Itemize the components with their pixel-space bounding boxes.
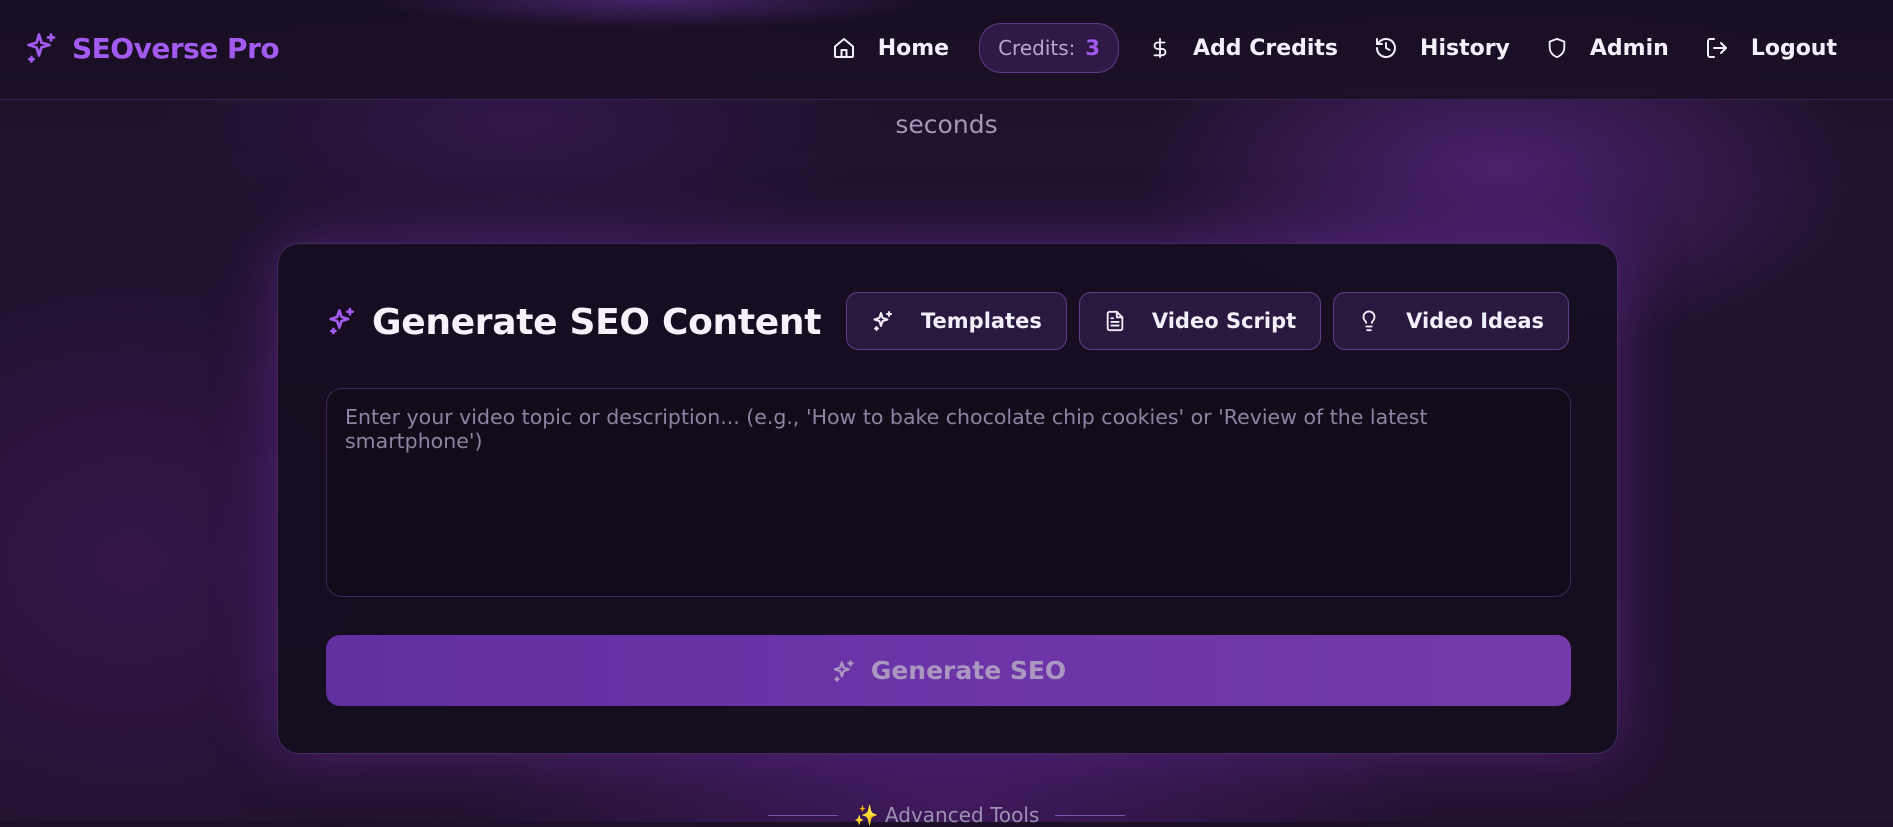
top-navbar: SEOverse Pro Home Credits: 3 Add Credits…: [0, 0, 1893, 100]
generator-title: Generate SEO Content: [372, 302, 822, 343]
tool-buttons: Templates Video Script Video Ideas: [846, 292, 1569, 350]
nav-history-label: History: [1420, 35, 1510, 61]
nav-logout[interactable]: Logout: [1687, 23, 1855, 73]
nav-admin[interactable]: Admin: [1528, 23, 1687, 73]
generate-seo-label: Generate SEO: [870, 656, 1067, 685]
video-ideas-button[interactable]: Video Ideas: [1333, 292, 1569, 350]
nav-add-credits[interactable]: Add Credits: [1131, 23, 1356, 73]
nav-add-credits-label: Add Credits: [1193, 35, 1339, 61]
nav-admin-label: Admin: [1589, 35, 1669, 61]
shield-icon: [1546, 36, 1568, 60]
home-icon: [832, 36, 856, 60]
credits-value: 3: [1085, 36, 1101, 60]
divider-line-left: [767, 814, 838, 816]
video-script-label: Video Script: [1151, 309, 1297, 333]
credits-badge: Credits: 3: [979, 23, 1120, 73]
hero-subtitle: seconds: [895, 110, 998, 139]
credits-label: Credits:: [998, 36, 1076, 60]
nav-history[interactable]: History: [1356, 23, 1528, 73]
video-script-button[interactable]: Video Script: [1078, 292, 1322, 350]
generator-card: Generate SEO Content Templates Video Scr…: [277, 243, 1618, 754]
nav-home[interactable]: Home: [814, 23, 967, 73]
divider-line-right: [1055, 814, 1126, 816]
sparkles-icon: [24, 30, 60, 66]
brand-name: SEOverse Pro: [72, 31, 280, 65]
main-nav: Home Credits: 3 Add Credits History Admi…: [814, 23, 1855, 73]
templates-label: Templates: [921, 309, 1042, 333]
brand[interactable]: SEOverse Pro: [24, 30, 280, 66]
nav-logout-label: Logout: [1750, 35, 1837, 61]
document-icon: [1104, 309, 1126, 333]
advanced-tools-divider: ✨ Advanced Tools: [0, 803, 1893, 827]
video-ideas-label: Video Ideas: [1406, 309, 1544, 333]
history-icon: [1374, 36, 1398, 60]
topic-input[interactable]: [326, 388, 1571, 597]
lightbulb-icon: [1358, 309, 1380, 333]
sparkles-icon: [831, 658, 857, 684]
dollar-icon: [1149, 35, 1171, 61]
advanced-tools-label: ✨ Advanced Tools: [853, 803, 1040, 827]
generate-seo-button[interactable]: Generate SEO: [326, 635, 1571, 706]
sparkles-icon: [871, 309, 895, 333]
generator-heading: Generate SEO Content: [326, 302, 821, 343]
sparkles-icon: [326, 305, 358, 341]
logout-icon: [1705, 36, 1729, 60]
templates-button[interactable]: Templates: [846, 292, 1067, 350]
nav-home-label: Home: [877, 35, 950, 61]
